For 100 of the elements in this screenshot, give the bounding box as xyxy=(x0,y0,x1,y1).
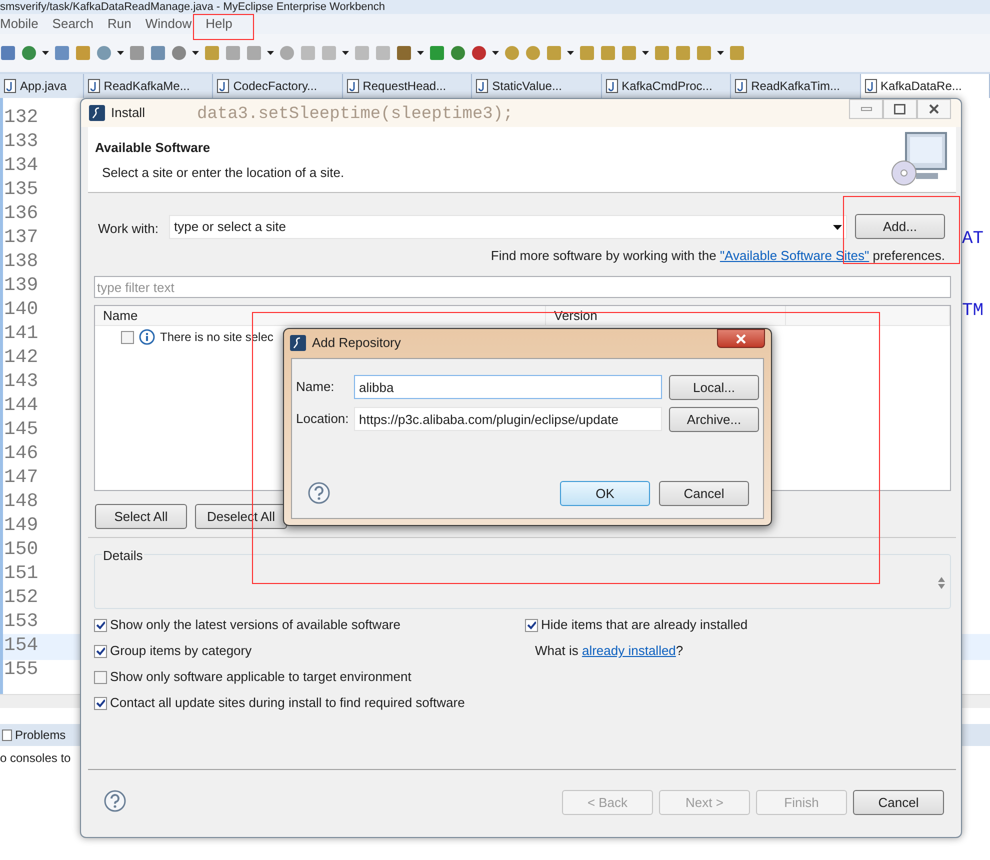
square-icon[interactable] xyxy=(129,45,145,61)
code-text: TM xyxy=(962,300,984,323)
java-file-icon xyxy=(735,79,748,93)
square-icon[interactable] xyxy=(621,45,637,61)
list-button[interactable]: Select All xyxy=(95,504,187,529)
option-label: Contact all update sites during install to find required software xyxy=(110,694,465,712)
code-text: data3.setSleeptime(sleeptime3); xyxy=(197,105,514,125)
caret-icon[interactable] xyxy=(567,51,574,55)
square-icon[interactable] xyxy=(150,45,166,61)
menu-item[interactable]: Mobile xyxy=(0,14,38,34)
add-button[interactable]: Add... xyxy=(855,214,945,239)
square-icon[interactable] xyxy=(654,45,670,61)
circle-icon[interactable] xyxy=(450,45,466,61)
square-icon[interactable] xyxy=(729,45,745,61)
help-icon[interactable] xyxy=(308,482,330,504)
console-message: o consoles to xyxy=(0,750,71,767)
dialog-heading: Available Software xyxy=(95,139,210,157)
checkmark-icon xyxy=(527,620,536,630)
square-icon[interactable] xyxy=(546,45,562,61)
line-number: 141 xyxy=(4,321,38,345)
checkmark-icon xyxy=(96,646,105,656)
option-label: Hide items that are already installed xyxy=(541,616,748,634)
square-icon[interactable] xyxy=(579,45,595,61)
java-file-icon xyxy=(864,79,877,93)
circle-icon[interactable] xyxy=(471,45,487,61)
line-number: 154 xyxy=(4,633,38,657)
checkbox[interactable] xyxy=(94,670,107,684)
editor-tab[interactable]: RequestHead... xyxy=(342,74,472,98)
checkbox[interactable] xyxy=(121,330,134,344)
menu-item[interactable]: Search xyxy=(52,14,94,34)
checkbox[interactable] xyxy=(94,696,107,710)
editor-tab[interactable]: ReadKafkaMe... xyxy=(84,74,214,98)
menu-item[interactable]: Window xyxy=(145,14,192,34)
checkbox[interactable] xyxy=(94,644,107,658)
caret-icon[interactable] xyxy=(192,51,199,55)
window-title: smsverify/task/KafkaDataReadManage.java - MyEclipse Enterprise Workbench xyxy=(0,0,386,14)
square-icon[interactable] xyxy=(54,45,70,61)
checkbox[interactable] xyxy=(525,618,538,632)
caret-icon[interactable] xyxy=(417,51,424,55)
square-icon[interactable] xyxy=(246,45,262,61)
circle-icon[interactable] xyxy=(21,45,37,61)
filter-field[interactable]: type filter text xyxy=(94,276,951,298)
caret-icon[interactable] xyxy=(492,51,499,55)
dialog-title: Install xyxy=(111,104,145,122)
column-header: Name xyxy=(95,306,546,326)
line-number: 146 xyxy=(4,441,38,465)
square-icon[interactable] xyxy=(75,45,91,61)
square-icon[interactable] xyxy=(0,45,16,61)
square-icon[interactable] xyxy=(696,45,712,61)
name-field[interactable]: alibba xyxy=(354,375,662,399)
panel-tab[interactable]: Problems xyxy=(2,726,66,744)
line-number: 151 xyxy=(4,561,38,585)
caret-icon[interactable] xyxy=(267,51,274,55)
editor-tab[interactable]: StaticValue... xyxy=(472,74,602,98)
checkbox[interactable] xyxy=(94,618,107,632)
square-icon[interactable] xyxy=(204,45,220,61)
menu-item[interactable]: Run xyxy=(108,14,132,34)
caret-icon[interactable] xyxy=(42,51,49,55)
field-label: Location: xyxy=(296,410,349,428)
caret-icon[interactable] xyxy=(117,51,124,55)
editor-tab[interactable]: ReadKafkaTim... xyxy=(731,74,861,98)
dialog-button[interactable]: Local... xyxy=(669,375,759,400)
line-number: 140 xyxy=(4,297,38,321)
editor-tab[interactable]: App.java xyxy=(0,74,84,98)
circle-icon[interactable] xyxy=(525,45,541,61)
dialog-button[interactable]: OK xyxy=(560,481,650,506)
circle-icon[interactable] xyxy=(504,45,520,61)
close-button[interactable] xyxy=(717,329,765,348)
editor-tab[interactable]: KafkaCmdProc... xyxy=(602,74,732,98)
installed-link[interactable]: already installed xyxy=(582,643,676,658)
help-icon[interactable] xyxy=(104,790,126,812)
editor-tab[interactable]: CodecFactory... xyxy=(213,74,343,98)
line-number: 149 xyxy=(4,513,38,537)
square-icon[interactable] xyxy=(675,45,691,61)
caret-icon[interactable] xyxy=(717,51,724,55)
work-with-label: Work with: xyxy=(98,220,158,238)
location-field[interactable]: https://p3c.alibaba.com/plugin/eclipse/update xyxy=(354,407,662,431)
maximize-button[interactable] xyxy=(883,99,917,119)
line-number: 139 xyxy=(4,273,38,297)
circle-icon[interactable] xyxy=(96,45,112,61)
square-icon[interactable] xyxy=(396,45,412,61)
wizard-button[interactable]: Cancel xyxy=(853,790,944,815)
line-number: 153 xyxy=(4,609,38,633)
square-icon[interactable] xyxy=(429,45,445,61)
editor-tab[interactable]: KafkaDataRe... xyxy=(860,74,990,98)
caret-icon[interactable] xyxy=(642,51,649,55)
circle-icon[interactable] xyxy=(171,45,187,61)
line-number: 133 xyxy=(4,129,38,153)
line-number: 143 xyxy=(4,369,38,393)
code-text: AT xyxy=(962,228,984,251)
dialog-button[interactable]: Archive... xyxy=(669,407,759,432)
dialog-button[interactable]: Cancel xyxy=(659,481,749,506)
site-combo-box[interactable]: type or select a site xyxy=(169,215,847,239)
menu-item[interactable]: Help xyxy=(206,14,232,34)
java-file-icon xyxy=(4,79,16,93)
line-number: 135 xyxy=(4,177,38,201)
java-file-icon xyxy=(217,79,230,93)
square-icon[interactable] xyxy=(600,45,616,61)
caret-icon[interactable] xyxy=(342,51,349,55)
square-icon[interactable] xyxy=(225,45,241,61)
